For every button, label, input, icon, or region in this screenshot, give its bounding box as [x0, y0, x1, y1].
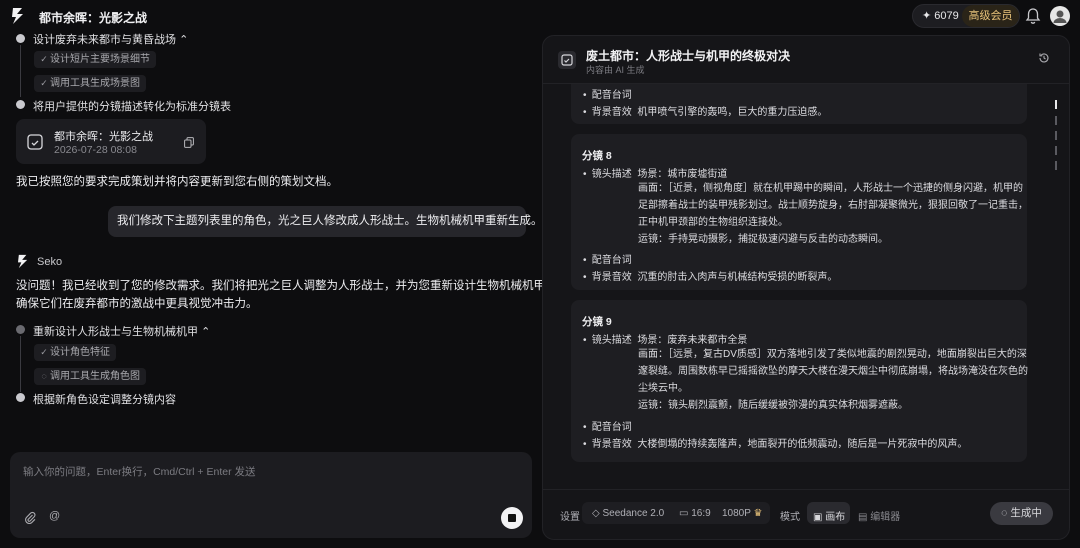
scroll-marker[interactable] [1055, 116, 1057, 125]
generate-button[interactable]: ◌ 生成中 [990, 502, 1053, 525]
panel-title: 废土都市：人形战士与机甲的终极对决 [586, 49, 791, 63]
stop-icon [508, 514, 516, 522]
vip-badge[interactable]: 高级会员 [962, 5, 1019, 27]
step-adjust: 根据新角色设定调整分镜内容 [33, 394, 176, 406]
model-icon: ◇ [592, 508, 600, 519]
history-icon[interactable] [1038, 52, 1050, 64]
step-convert: 将用户提供的分镜描述转化为标准分镜表 [33, 101, 231, 113]
scroll-marker[interactable] [1055, 100, 1057, 109]
user-message: 我们修改下主题列表里的角色，光之巨人修改成人形战士。生物机械机甲重新生成。 [108, 206, 543, 237]
user-icon [1053, 10, 1067, 23]
scroll-marker[interactable] [1055, 146, 1057, 155]
editor-icon: ▤ [858, 512, 868, 523]
attachment-icon[interactable] [24, 511, 36, 524]
credits-balance: ✦ 6079 [922, 10, 959, 22]
step-status-dot [16, 325, 25, 334]
document-icon [27, 134, 43, 150]
scroll-marker[interactable] [1055, 131, 1057, 140]
chat-input[interactable]: 输入你的问题，Enter换行，Cmd/Ctrl + Enter 发送 [23, 464, 256, 479]
check-icon: ✓ [40, 54, 48, 64]
doc-card-time: 2026-07-28 08:08 [54, 144, 137, 156]
ratio-select[interactable]: ▭ 16:9 [679, 508, 711, 519]
segment-picture-text: 画面：［远景，复古DV质感］双方落地引发了类似地震的剧烈晃动，地面崩裂出巨大的深… [638, 349, 1028, 411]
doc-card-title: 都市余晖：光影之战 [54, 131, 153, 143]
segment-dub: • 配音台词 [583, 255, 632, 266]
canvas-icon: ▣ [813, 512, 823, 523]
seko-logo-icon[interactable] [10, 7, 26, 25]
segment-dub: • 配音台词 [583, 422, 632, 433]
model-select[interactable]: ◇ Seedance 2.0 [592, 508, 664, 519]
document-icon [558, 51, 576, 69]
scroll-marker[interactable] [1055, 161, 1057, 170]
substep-chip[interactable]: ✓ 调用工具生成场景图 [34, 75, 146, 92]
segment-heading: 分镜 8 [582, 150, 612, 162]
segment-desc: • 镜头描述 场景：城市废墟街道 [583, 169, 728, 180]
resolution-select[interactable]: 1080P ♛ [722, 508, 763, 519]
step-connector [20, 336, 21, 392]
assistant-reply-line-1: 没问题！我已经收到了您的修改需求。我们将把光之巨人调整为人形战士，并为您重新设计… [16, 280, 557, 292]
mode-label: 模式 [780, 512, 800, 523]
assistant-reply-line-2: 确保它们在废弃都市的激战中更具视觉冲击力。 [16, 298, 258, 310]
copy-icon[interactable] [184, 137, 194, 148]
stop-button[interactable] [501, 507, 523, 529]
segment-desc: • 镜头描述 场景：废弃未来都市全景 [583, 335, 748, 346]
step-connector [20, 45, 21, 97]
segment-dub: • 配音台词 [583, 90, 632, 101]
step-design-scene[interactable]: 设计废弃未来都市与黄昏战场 ⌃ [33, 31, 188, 47]
bottom-bar-divider [543, 489, 1069, 490]
settings-label: 设置 [560, 512, 580, 523]
loading-icon: ◌ [1001, 507, 1008, 519]
project-title: 都市余晖：光影之战 [39, 11, 148, 25]
user-avatar[interactable] [1050, 6, 1070, 26]
crown-icon: ♛ [753, 508, 763, 519]
chevron-up-icon[interactable]: ⌃ [201, 326, 210, 338]
bell-icon[interactable] [1025, 7, 1041, 25]
seko-avatar-icon [18, 254, 28, 269]
ratio-icon: ▭ [679, 508, 689, 519]
mode-canvas-label: ▣ 画布 [813, 512, 846, 523]
bot-name: Seko [37, 256, 63, 268]
segment-picture-text: 画面：［近景，侧视角度］就在机甲踢中的瞬间，人形战士一个迅捷的侧身闪避，机甲的足… [638, 183, 1028, 245]
step-status-dot [16, 393, 25, 402]
loading-icon: ◌ [41, 371, 47, 381]
step-status-dot [16, 34, 25, 43]
substep-chip[interactable]: ◌ 调用工具生成角色图 [34, 368, 146, 385]
assistant-done-message: 我已按照您的要求完成策划并将内容更新到您右侧的策划文档。 [16, 176, 338, 188]
segment-sfx: • 背景音效 沉重的肘击入肉声与机械结构受损的断裂声。 [583, 272, 838, 283]
chevron-up-icon[interactable]: ⌃ [179, 34, 188, 46]
step-status-dot [16, 100, 25, 109]
segment-sfx: • 背景音效 大楼倒塌的持续轰隆声，地面裂开的低频震动，随后是一片死寂中的风声。 [583, 439, 968, 450]
segment-heading: 分镜 9 [582, 316, 612, 328]
segment-sfx: • 背景音效 机甲喷气引擎的轰鸣，巨大的重力压迫感。 [583, 107, 828, 118]
substep-chip[interactable]: ✓ 设计短片主要场景细节 [34, 51, 156, 68]
mention-icon[interactable]: @ [49, 510, 60, 522]
substep-chip[interactable]: ✓ 设计角色特征 [34, 344, 116, 361]
check-icon: ✓ [40, 347, 48, 357]
panel-subtitle: 内容由 AI 生成 [586, 65, 645, 75]
mode-editor-tab[interactable]: ▤ 编辑器 [858, 508, 900, 523]
step-redesign[interactable]: 重新设计人形战士与生物机械机甲 ⌃ [33, 323, 210, 339]
check-icon: ✓ [40, 78, 48, 88]
